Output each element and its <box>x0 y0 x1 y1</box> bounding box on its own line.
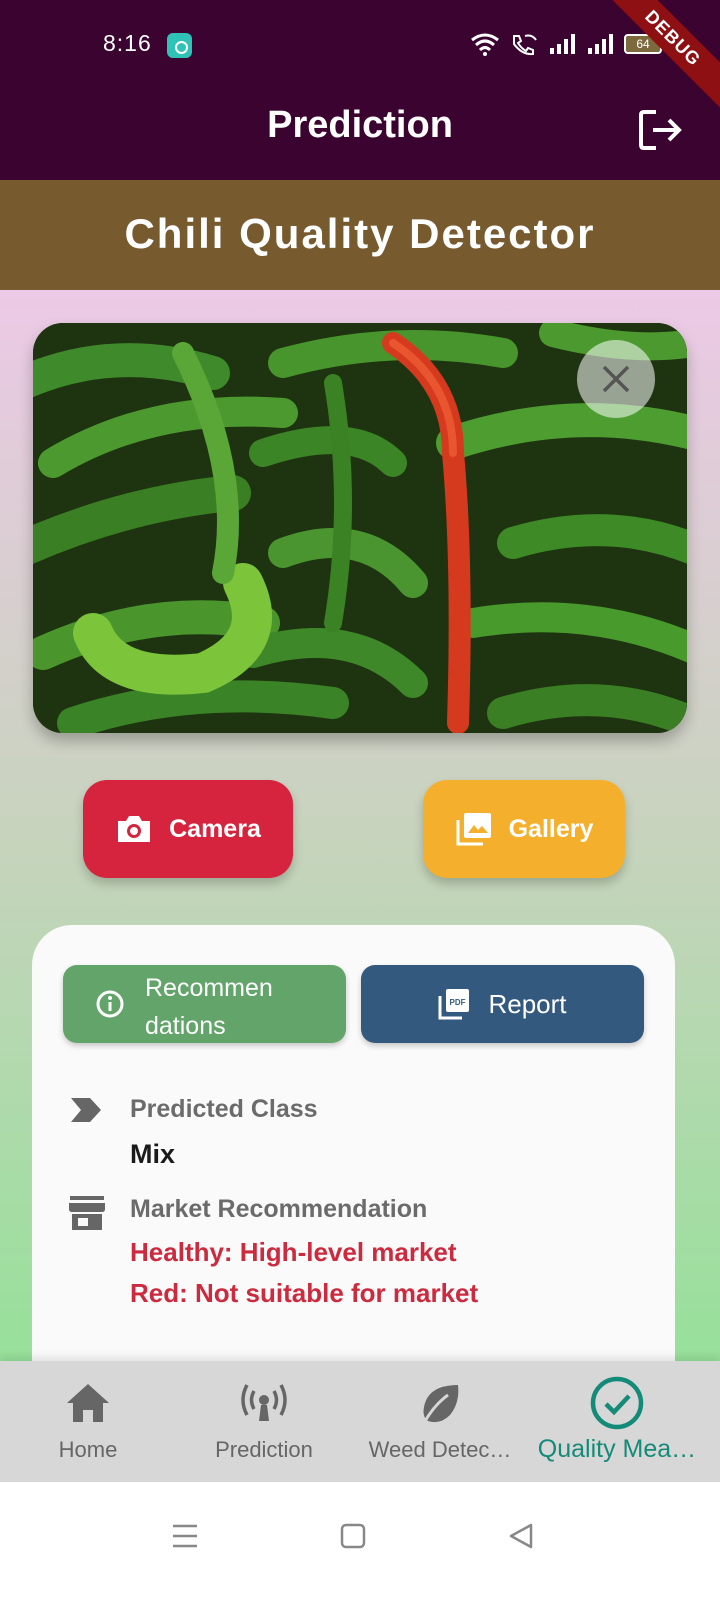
home-square-icon[interactable] <box>340 1522 366 1550</box>
camera-label: Camera <box>169 814 261 843</box>
gallery-label: Gallery <box>508 814 594 843</box>
header-band: Chili Quality Detector <box>0 180 720 290</box>
status-icons: 64 <box>470 30 665 58</box>
nav-label-home: Home <box>58 1437 118 1462</box>
camera-button[interactable]: Camera <box>83 780 293 878</box>
report-label: Report <box>488 988 567 1019</box>
market-line-red: Red: Not suitable for market <box>130 1278 479 1308</box>
app-notification-icon <box>167 33 192 58</box>
home-icon <box>67 1384 109 1422</box>
battery-level: 64 <box>636 37 650 51</box>
nav-label-prediction: Prediction <box>215 1437 313 1462</box>
wifi-icon <box>471 33 499 56</box>
nav-item-home[interactable]: Home <box>28 1361 148 1482</box>
nav-item-weed-detection[interactable]: Weed Detec… <box>360 1361 520 1482</box>
report-button[interactable]: PDF Report <box>361 965 644 1043</box>
logout-icon <box>639 110 682 150</box>
close-icon <box>602 365 630 393</box>
result-card: Recommen dations PDF Report Predicted Cl… <box>32 925 675 1361</box>
market-recommendation-label: Market Recommendation <box>130 1195 428 1223</box>
bottom-nav: Home Prediction Weed Detec… Quality Mea… <box>0 1361 720 1482</box>
recommendations-label-line1: Recommen <box>145 974 273 1002</box>
nav-label-quality-measurement: Quality Mea… <box>537 1435 697 1463</box>
camera-icon <box>118 816 151 842</box>
signal-icon-2 <box>588 34 613 54</box>
chili-image-card <box>33 323 687 733</box>
main-content: Camera Gallery Recommen dations PDF Repo… <box>0 290 720 1361</box>
header-title: Chili Quality Detector <box>124 210 596 257</box>
recommendations-label-line2: dations <box>145 1012 226 1040</box>
menu-icon[interactable] <box>171 1522 199 1550</box>
recommendations-label: Recommen dations <box>145 969 305 1045</box>
check-circle-icon <box>590 1376 644 1430</box>
nav-item-quality-measurement[interactable]: Quality Mea… <box>527 1361 707 1482</box>
back-icon[interactable] <box>508 1522 534 1550</box>
gallery-icon <box>456 813 491 846</box>
pdf-icon: PDF <box>438 989 470 1020</box>
label-tag-icon <box>71 1098 101 1122</box>
nav-label-weed-detection: Weed Detec… <box>368 1437 512 1462</box>
predicted-class-label: Predicted Class <box>130 1095 318 1123</box>
signal-icon <box>550 34 575 54</box>
broadcast-icon <box>241 1384 287 1421</box>
app-bar: Prediction <box>0 88 720 180</box>
info-icon <box>96 990 124 1018</box>
recommendations-button[interactable]: Recommen dations <box>63 965 346 1043</box>
status-time: 8:16 <box>103 30 152 56</box>
system-nav-bar <box>0 1482 720 1600</box>
leaf-icon <box>422 1385 459 1424</box>
svg-text:PDF: PDF <box>450 998 466 1007</box>
status-bar: 8:16 64 <box>0 0 720 88</box>
predicted-class-value: Mix <box>130 1139 176 1169</box>
gallery-button[interactable]: Gallery <box>423 780 625 878</box>
market-line-healthy: Healthy: High-level market <box>130 1237 457 1267</box>
close-image-button[interactable] <box>577 340 655 418</box>
store-icon <box>69 1196 105 1230</box>
page-title: Prediction <box>267 104 453 146</box>
nav-item-prediction[interactable]: Prediction <box>194 1361 334 1482</box>
wifi-call-icon <box>513 34 537 56</box>
logout-button[interactable] <box>636 106 684 154</box>
